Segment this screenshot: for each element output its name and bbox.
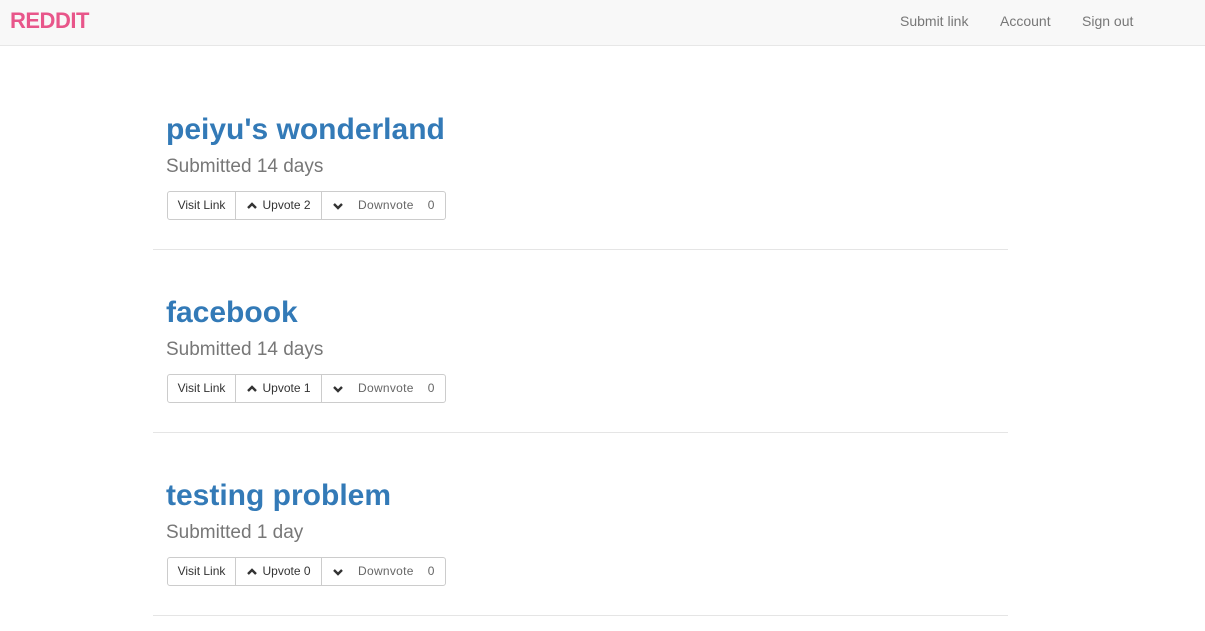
downvote-label: Downvote (358, 381, 414, 395)
post-item: facebook Submitted 14 days Visit Link Up… (153, 250, 1008, 433)
chevron-down-icon (332, 200, 344, 212)
downvote-count: 0 (427, 564, 435, 578)
visit-link-label: Visit Link (177, 198, 226, 212)
upvote-label: Upvote 1 (262, 381, 311, 395)
downvote-button[interactable]: Downvote 0 (322, 558, 445, 585)
visit-link-button[interactable]: Visit Link (168, 375, 236, 402)
upvote-button[interactable]: Upvote 2 (236, 192, 322, 219)
post-meta: Submitted 1 day (166, 522, 304, 543)
post-title[interactable]: testing problem (166, 479, 391, 513)
post-meta: Submitted 14 days (166, 156, 324, 177)
post-item: testing problem Submitted 1 day Visit Li… (153, 433, 1008, 616)
chevron-down-icon (332, 566, 344, 578)
upvote-button[interactable]: Upvote 0 (236, 558, 322, 585)
post-actions: Visit Link Upvote 1 Downvote 0 (167, 374, 446, 403)
account-nav[interactable]: Account (1000, 13, 1051, 29)
downvote-label: Downvote (358, 198, 414, 212)
upvote-label: Upvote 2 (262, 198, 311, 212)
visit-link-label: Visit Link (177, 381, 226, 395)
post-item: peiyu's wonderland Submitted 14 days Vis… (153, 67, 1008, 250)
downvote-count: 0 (427, 198, 435, 212)
post-title[interactable]: peiyu's wonderland (166, 113, 445, 147)
visit-link-button[interactable]: Visit Link (168, 192, 236, 219)
brand-logo[interactable]: REDDIT (10, 8, 89, 34)
submit-link-nav[interactable]: Submit link (900, 13, 968, 29)
visit-link-button[interactable]: Visit Link (168, 558, 236, 585)
downvote-count: 0 (427, 381, 435, 395)
chevron-down-icon (332, 383, 344, 395)
upvote-button[interactable]: Upvote 1 (236, 375, 322, 402)
upvote-label: Upvote 0 (262, 564, 311, 578)
downvote-label: Downvote (358, 564, 414, 578)
downvote-button[interactable]: Downvote 0 (322, 192, 445, 219)
chevron-up-icon (246, 200, 258, 212)
sign-out-nav[interactable]: Sign out (1082, 13, 1133, 29)
navbar: REDDIT Submit link Account Sign out (0, 0, 1205, 46)
post-meta: Submitted 14 days (166, 339, 324, 360)
downvote-button[interactable]: Downvote 0 (322, 375, 445, 402)
post-actions: Visit Link Upvote 0 Downvote 0 (167, 557, 446, 586)
post-actions: Visit Link Upvote 2 Downvote 0 (167, 191, 446, 220)
chevron-up-icon (246, 383, 258, 395)
visit-link-label: Visit Link (177, 564, 226, 578)
post-title[interactable]: facebook (166, 296, 298, 330)
chevron-up-icon (246, 566, 258, 578)
